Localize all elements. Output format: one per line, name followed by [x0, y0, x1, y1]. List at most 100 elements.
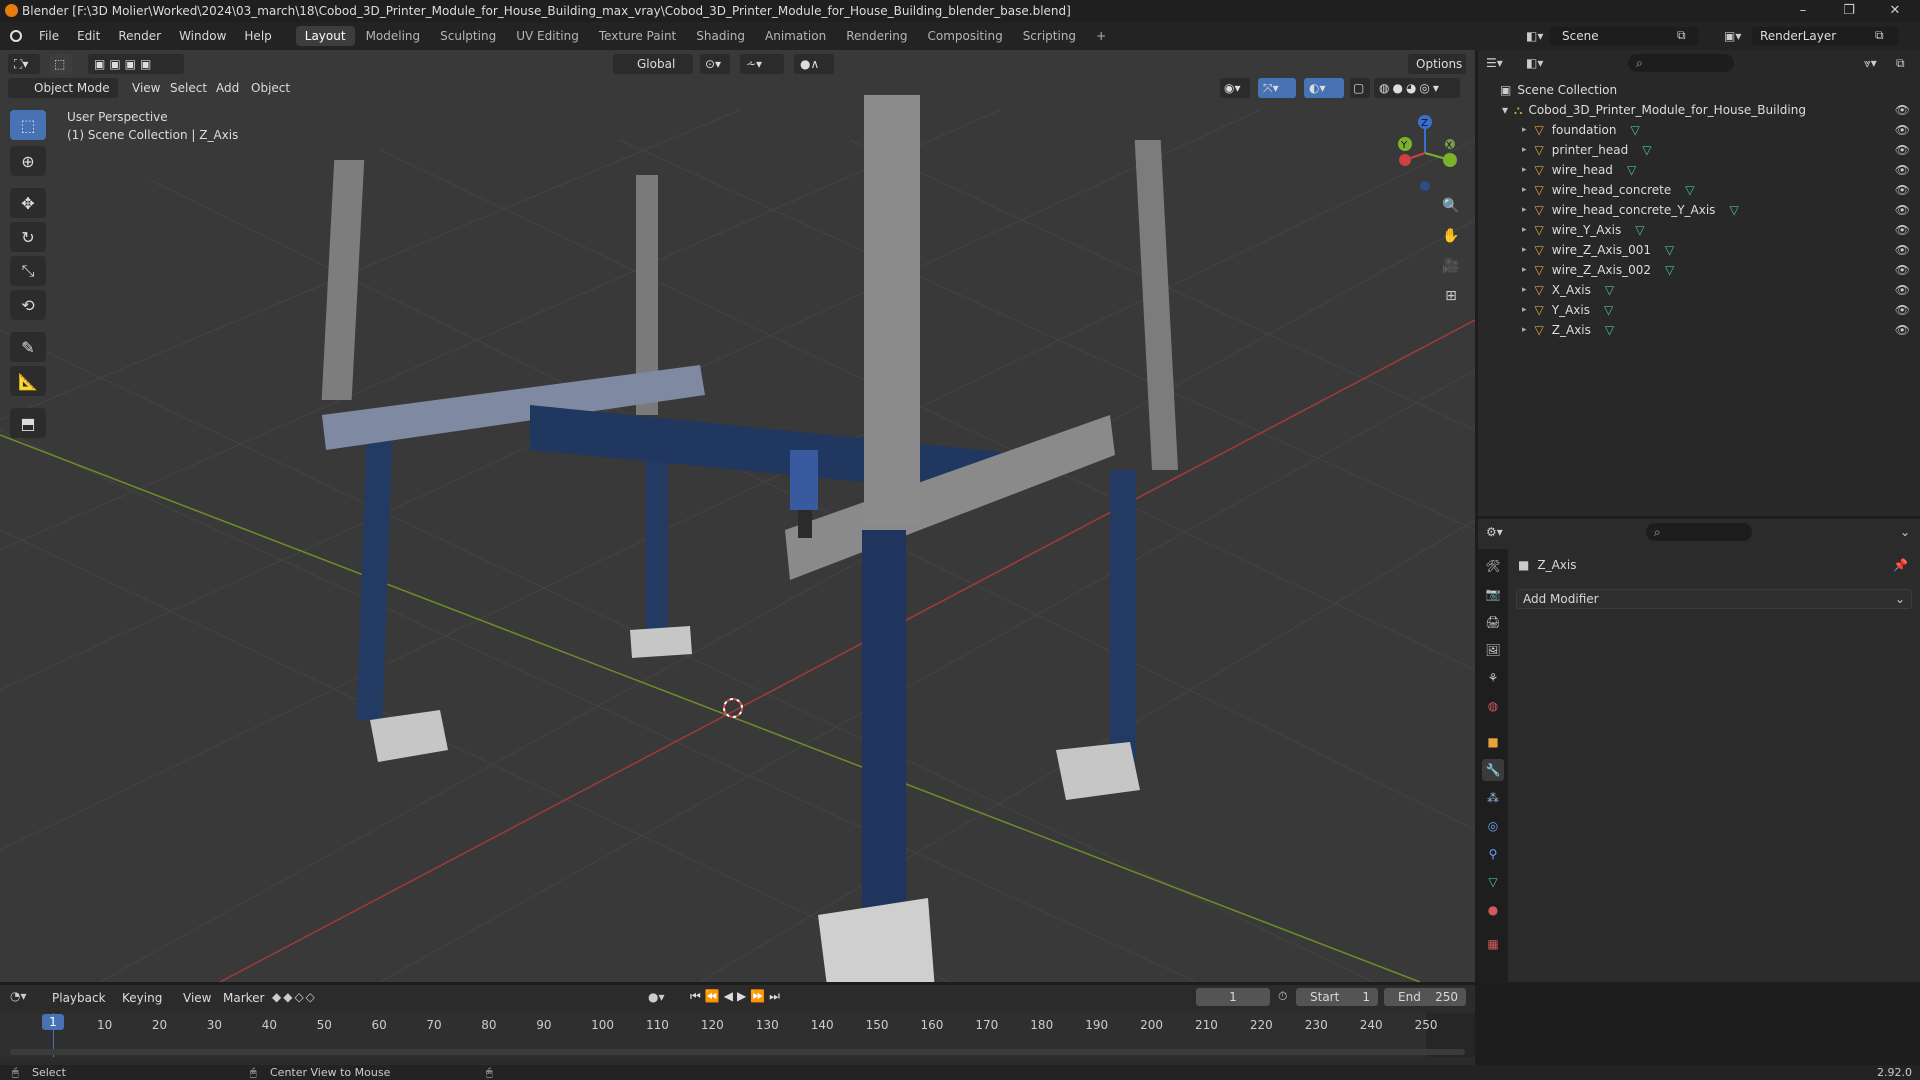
expand-arrow-icon[interactable]: ▸ — [1522, 325, 1527, 335]
tool-tab-icon[interactable]: 🛠 — [1482, 555, 1504, 577]
eye-icon[interactable]: 👁 — [1895, 103, 1910, 117]
scene-selector[interactable]: Scene — [1550, 27, 1698, 45]
menu-render[interactable]: Render — [109, 29, 170, 43]
tab-scripting[interactable]: Scripting — [1014, 26, 1085, 46]
menu-select[interactable]: Select — [170, 81, 207, 95]
shading-modes[interactable]: ◍●◕◎▾ — [1374, 78, 1460, 98]
properties-editor-type-icon[interactable]: ⚙▾ — [1486, 525, 1503, 539]
expand-arrow-icon[interactable]: ▸ — [1522, 225, 1527, 235]
scale-tool[interactable]: ⤡ — [10, 256, 46, 286]
zoom-icon[interactable]: 🔍 — [1437, 192, 1465, 220]
particles-tab-icon[interactable]: ⁂ — [1482, 787, 1504, 809]
tab-layout[interactable]: Layout — [295, 26, 355, 46]
properties-search-input[interactable]: ⌕ — [1646, 523, 1752, 541]
snap-icon[interactable]: ⩪▾ — [740, 54, 784, 74]
expand-arrow-icon[interactable]: ▸ — [1522, 265, 1527, 275]
add-workspace-button[interactable]: + — [1087, 26, 1115, 46]
render-tab-icon[interactable]: 📷 — [1482, 583, 1504, 605]
tab-rendering[interactable]: Rendering — [837, 26, 916, 46]
current-frame-field[interactable]: 1 — [1196, 988, 1270, 1006]
outliner-row-object[interactable]: ▸ ▽ foundation ▽ 👁 — [1478, 120, 1920, 140]
material-tab-icon[interactable]: ● — [1482, 899, 1504, 921]
pan-hand-icon[interactable]: ✋ — [1437, 222, 1465, 250]
outliner-search-input[interactable]: ⌕ — [1628, 54, 1734, 72]
add-modifier-dropdown[interactable]: Add Modifier ⌄ — [1516, 589, 1912, 609]
expand-arrow-icon[interactable]: ▸ — [1522, 285, 1527, 295]
keyframe-icons[interactable]: ◆◆◇◇ — [272, 990, 317, 1004]
clock-icon[interactable]: ⏱ — [1278, 989, 1287, 1004]
pivot-point-icon[interactable]: ⊙▾ — [700, 54, 730, 74]
mesh-data-icon[interactable]: ▽ — [1605, 323, 1614, 337]
mesh-data-icon[interactable]: ▽ — [1665, 243, 1674, 257]
scene-copy-icon[interactable]: ⧉ — [1677, 28, 1686, 43]
mesh-data-icon[interactable]: ▽ — [1635, 223, 1644, 237]
ortho-grid-icon[interactable]: ⊞ — [1437, 282, 1465, 310]
start-frame-field[interactable]: Start 1 — [1296, 988, 1378, 1006]
playback-controls[interactable]: ⏮⏪◀▶⏩⏭ — [690, 989, 784, 1004]
menu-add[interactable]: Add — [216, 81, 239, 95]
eye-icon[interactable]: 👁 — [1895, 123, 1910, 137]
outliner-row-object[interactable]: ▸ ▽ wire_head_concrete ▽ 👁 — [1478, 180, 1920, 200]
texture-tab-icon[interactable]: ▦ — [1482, 933, 1504, 955]
tab-shading[interactable]: Shading — [687, 26, 754, 46]
transform-tool[interactable]: ⟲ — [10, 290, 46, 320]
outliner-row-object[interactable]: ▸ ▽ Z_Axis ▽ 👁 — [1478, 320, 1920, 340]
eye-icon[interactable]: 👁 — [1895, 283, 1910, 297]
maximize-button[interactable]: ❐ — [1826, 0, 1872, 22]
menu-file[interactable]: File — [30, 29, 68, 43]
object-mode-dropdown[interactable]: Object Mode — [8, 78, 118, 98]
scene-tab-icon[interactable]: ⚘ — [1482, 667, 1504, 689]
outliner-row-object[interactable]: ▸ ▽ X_Axis ▽ 👁 — [1478, 280, 1920, 300]
outliner-row-object[interactable]: ▸ ▽ wire_Y_Axis ▽ 👁 — [1478, 220, 1920, 240]
data-tab-icon[interactable]: ▽ — [1482, 871, 1504, 893]
outliner-row-object[interactable]: ▸ ▽ wire_Z_Axis_002 ▽ 👁 — [1478, 260, 1920, 280]
options-dropdown[interactable]: Options — [1408, 54, 1466, 74]
mesh-data-icon[interactable]: ▽ — [1729, 203, 1738, 217]
annotate-tool[interactable]: ✎ — [10, 332, 46, 362]
visibility-icon[interactable]: ◉▾ — [1220, 78, 1250, 98]
eye-icon[interactable]: 👁 — [1895, 323, 1910, 337]
menu-marker[interactable]: Marker — [223, 991, 264, 1005]
outliner-row-object[interactable]: ▸ ▽ printer_head ▽ 👁 — [1478, 140, 1920, 160]
move-tool[interactable]: ✥ — [10, 188, 46, 218]
end-frame-field[interactable]: End 250 — [1384, 988, 1466, 1006]
add-cube-tool[interactable]: ⬒ — [10, 408, 46, 438]
menu-playback[interactable]: Playback — [52, 991, 106, 1005]
eye-icon[interactable]: 👁 — [1895, 263, 1910, 277]
cursor-tool[interactable]: ⊕ — [10, 146, 46, 176]
mesh-data-icon[interactable]: ▽ — [1605, 283, 1614, 297]
mesh-data-icon[interactable]: ▽ — [1631, 123, 1640, 137]
menu-view[interactable]: View — [132, 81, 160, 95]
mesh-data-icon[interactable]: ▽ — [1604, 303, 1613, 317]
menu-edit[interactable]: Edit — [68, 29, 109, 43]
eye-icon[interactable]: 👁 — [1895, 163, 1910, 177]
scene-type-icon[interactable]: ◧▾ — [1526, 27, 1548, 45]
timeline-editor-type-icon[interactable]: ◔▾ — [10, 989, 27, 1003]
menu-help[interactable]: Help — [235, 29, 280, 43]
record-icon[interactable]: ●▾ — [648, 990, 665, 1004]
menu-window[interactable]: Window — [170, 29, 235, 43]
expand-arrow-icon[interactable]: ▸ — [1522, 305, 1527, 315]
new-collection-icon[interactable]: ⧉ — [1896, 56, 1905, 71]
menu-object[interactable]: Object — [251, 81, 290, 95]
renderlayer-type-icon[interactable]: ▣▾ — [1724, 27, 1741, 45]
proportional-edit-icon[interactable]: ●∧ — [794, 54, 834, 74]
tab-texture-paint[interactable]: Texture Paint — [590, 26, 685, 46]
eye-icon[interactable]: 👁 — [1895, 183, 1910, 197]
select-box-tool[interactable]: ⬚ — [10, 110, 46, 140]
view-layer-tab-icon[interactable]: 🖼 — [1482, 639, 1504, 661]
eye-icon[interactable]: 👁 — [1895, 203, 1910, 217]
object-tab-icon[interactable]: ■ — [1482, 731, 1504, 753]
filter-icon[interactable]: ⩔▾ — [1864, 56, 1877, 71]
selection-mode-group[interactable]: ▣▣▣▣ — [88, 54, 184, 74]
tab-sculpting[interactable]: Sculpting — [431, 26, 505, 46]
close-button[interactable]: ✕ — [1872, 0, 1918, 22]
rotate-tool[interactable]: ↻ — [10, 222, 46, 252]
renderlayer-copy-icon[interactable]: ⧉ — [1875, 28, 1884, 43]
outliner-row-collection[interactable]: ▾ ⛬ Cobod_3D_Printer_Module_for_House_Bu… — [1478, 100, 1920, 120]
physics-tab-icon[interactable]: ◎ — [1482, 815, 1504, 837]
tab-animation[interactable]: Animation — [756, 26, 835, 46]
expand-arrow-icon[interactable]: ▸ — [1522, 145, 1527, 155]
display-mode-icon[interactable]: ◧▾ — [1526, 56, 1543, 70]
modifier-tab-icon[interactable]: 🔧 — [1482, 759, 1504, 781]
